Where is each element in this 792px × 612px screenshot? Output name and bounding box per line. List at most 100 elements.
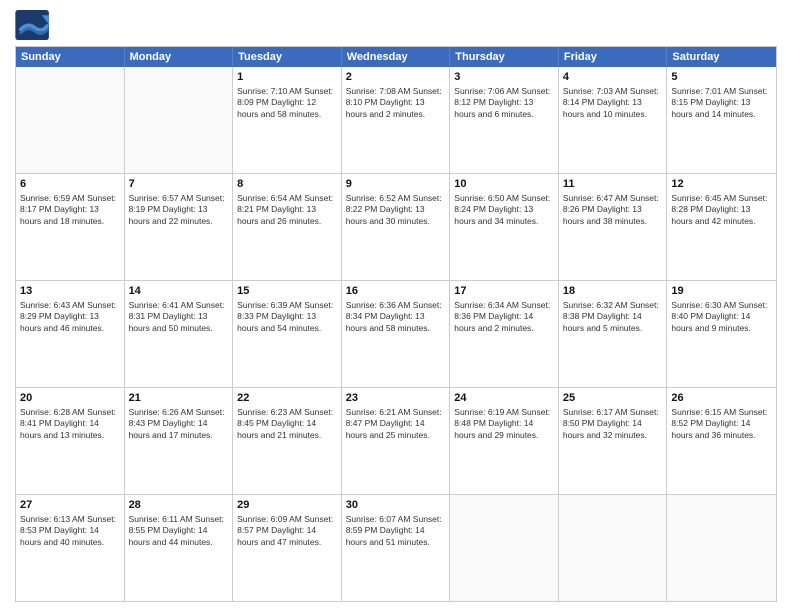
- calendar-week-row: 6Sunrise: 6:59 AM Sunset: 8:17 PM Daylig…: [16, 173, 776, 280]
- calendar-cell: 24Sunrise: 6:19 AM Sunset: 8:48 PM Dayli…: [450, 388, 559, 494]
- day-number: 26: [671, 391, 772, 406]
- day-number: 8: [237, 177, 337, 192]
- day-number: 29: [237, 498, 337, 513]
- day-number: 20: [20, 391, 120, 406]
- day-number: 17: [454, 284, 554, 299]
- day-number: 9: [346, 177, 446, 192]
- calendar-cell: 14Sunrise: 6:41 AM Sunset: 8:31 PM Dayli…: [125, 281, 234, 387]
- calendar-body: 1Sunrise: 7:10 AM Sunset: 8:09 PM Daylig…: [16, 67, 776, 601]
- day-info: Sunrise: 6:09 AM Sunset: 8:57 PM Dayligh…: [237, 514, 337, 548]
- logo: [15, 10, 55, 40]
- calendar-week-row: 20Sunrise: 6:28 AM Sunset: 8:41 PM Dayli…: [16, 387, 776, 494]
- day-info: Sunrise: 6:34 AM Sunset: 8:36 PM Dayligh…: [454, 300, 554, 334]
- day-number: 23: [346, 391, 446, 406]
- calendar-cell: 25Sunrise: 6:17 AM Sunset: 8:50 PM Dayli…: [559, 388, 668, 494]
- calendar-cell: 9Sunrise: 6:52 AM Sunset: 8:22 PM Daylig…: [342, 174, 451, 280]
- calendar-header-row: SundayMondayTuesdayWednesdayThursdayFrid…: [16, 47, 776, 67]
- day-info: Sunrise: 6:36 AM Sunset: 8:34 PM Dayligh…: [346, 300, 446, 334]
- day-number: 1: [237, 70, 337, 85]
- day-info: Sunrise: 7:10 AM Sunset: 8:09 PM Dayligh…: [237, 86, 337, 120]
- calendar-cell: 15Sunrise: 6:39 AM Sunset: 8:33 PM Dayli…: [233, 281, 342, 387]
- calendar-cell: 19Sunrise: 6:30 AM Sunset: 8:40 PM Dayli…: [667, 281, 776, 387]
- day-info: Sunrise: 7:06 AM Sunset: 8:12 PM Dayligh…: [454, 86, 554, 120]
- day-number: 21: [129, 391, 229, 406]
- calendar-cell: [450, 495, 559, 601]
- calendar-cell: 1Sunrise: 7:10 AM Sunset: 8:09 PM Daylig…: [233, 67, 342, 173]
- calendar-week-row: 27Sunrise: 6:13 AM Sunset: 8:53 PM Dayli…: [16, 494, 776, 601]
- day-number: 6: [20, 177, 120, 192]
- day-number: 24: [454, 391, 554, 406]
- calendar-cell: 29Sunrise: 6:09 AM Sunset: 8:57 PM Dayli…: [233, 495, 342, 601]
- day-info: Sunrise: 6:11 AM Sunset: 8:55 PM Dayligh…: [129, 514, 229, 548]
- calendar-cell: 6Sunrise: 6:59 AM Sunset: 8:17 PM Daylig…: [16, 174, 125, 280]
- calendar-cell: 10Sunrise: 6:50 AM Sunset: 8:24 PM Dayli…: [450, 174, 559, 280]
- calendar-header-cell: Saturday: [667, 47, 776, 67]
- calendar-week-row: 13Sunrise: 6:43 AM Sunset: 8:29 PM Dayli…: [16, 280, 776, 387]
- calendar-cell: 5Sunrise: 7:01 AM Sunset: 8:15 PM Daylig…: [667, 67, 776, 173]
- calendar-cell: 7Sunrise: 6:57 AM Sunset: 8:19 PM Daylig…: [125, 174, 234, 280]
- calendar-week-row: 1Sunrise: 7:10 AM Sunset: 8:09 PM Daylig…: [16, 67, 776, 173]
- day-number: 10: [454, 177, 554, 192]
- day-number: 18: [563, 284, 663, 299]
- day-number: 22: [237, 391, 337, 406]
- day-info: Sunrise: 7:08 AM Sunset: 8:10 PM Dayligh…: [346, 86, 446, 120]
- header: [15, 10, 777, 40]
- calendar: SundayMondayTuesdayWednesdayThursdayFrid…: [15, 46, 777, 602]
- calendar-header-cell: Friday: [559, 47, 668, 67]
- day-info: Sunrise: 6:45 AM Sunset: 8:28 PM Dayligh…: [671, 193, 772, 227]
- day-number: 25: [563, 391, 663, 406]
- day-number: 27: [20, 498, 120, 513]
- calendar-cell: 4Sunrise: 7:03 AM Sunset: 8:14 PM Daylig…: [559, 67, 668, 173]
- day-info: Sunrise: 6:39 AM Sunset: 8:33 PM Dayligh…: [237, 300, 337, 334]
- calendar-cell: 2Sunrise: 7:08 AM Sunset: 8:10 PM Daylig…: [342, 67, 451, 173]
- day-info: Sunrise: 6:19 AM Sunset: 8:48 PM Dayligh…: [454, 407, 554, 441]
- calendar-cell: 18Sunrise: 6:32 AM Sunset: 8:38 PM Dayli…: [559, 281, 668, 387]
- day-number: 12: [671, 177, 772, 192]
- day-number: 5: [671, 70, 772, 85]
- day-info: Sunrise: 7:01 AM Sunset: 8:15 PM Dayligh…: [671, 86, 772, 120]
- calendar-cell: [125, 67, 234, 173]
- day-number: 2: [346, 70, 446, 85]
- day-info: Sunrise: 6:59 AM Sunset: 8:17 PM Dayligh…: [20, 193, 120, 227]
- calendar-cell: 3Sunrise: 7:06 AM Sunset: 8:12 PM Daylig…: [450, 67, 559, 173]
- calendar-cell: 21Sunrise: 6:26 AM Sunset: 8:43 PM Dayli…: [125, 388, 234, 494]
- day-number: 7: [129, 177, 229, 192]
- day-info: Sunrise: 6:41 AM Sunset: 8:31 PM Dayligh…: [129, 300, 229, 334]
- day-info: Sunrise: 6:28 AM Sunset: 8:41 PM Dayligh…: [20, 407, 120, 441]
- calendar-header-cell: Sunday: [16, 47, 125, 67]
- day-number: 3: [454, 70, 554, 85]
- calendar-header-cell: Tuesday: [233, 47, 342, 67]
- day-number: 30: [346, 498, 446, 513]
- day-number: 11: [563, 177, 663, 192]
- page: SundayMondayTuesdayWednesdayThursdayFrid…: [0, 0, 792, 612]
- calendar-cell: 28Sunrise: 6:11 AM Sunset: 8:55 PM Dayli…: [125, 495, 234, 601]
- calendar-cell: 12Sunrise: 6:45 AM Sunset: 8:28 PM Dayli…: [667, 174, 776, 280]
- day-info: Sunrise: 6:23 AM Sunset: 8:45 PM Dayligh…: [237, 407, 337, 441]
- calendar-cell: 11Sunrise: 6:47 AM Sunset: 8:26 PM Dayli…: [559, 174, 668, 280]
- day-info: Sunrise: 7:03 AM Sunset: 8:14 PM Dayligh…: [563, 86, 663, 120]
- day-info: Sunrise: 6:52 AM Sunset: 8:22 PM Dayligh…: [346, 193, 446, 227]
- calendar-header-cell: Wednesday: [342, 47, 451, 67]
- day-number: 28: [129, 498, 229, 513]
- day-info: Sunrise: 6:30 AM Sunset: 8:40 PM Dayligh…: [671, 300, 772, 334]
- calendar-cell: 30Sunrise: 6:07 AM Sunset: 8:59 PM Dayli…: [342, 495, 451, 601]
- calendar-cell: 27Sunrise: 6:13 AM Sunset: 8:53 PM Dayli…: [16, 495, 125, 601]
- day-info: Sunrise: 6:15 AM Sunset: 8:52 PM Dayligh…: [671, 407, 772, 441]
- day-info: Sunrise: 6:32 AM Sunset: 8:38 PM Dayligh…: [563, 300, 663, 334]
- calendar-cell: 8Sunrise: 6:54 AM Sunset: 8:21 PM Daylig…: [233, 174, 342, 280]
- day-info: Sunrise: 6:43 AM Sunset: 8:29 PM Dayligh…: [20, 300, 120, 334]
- calendar-cell: [667, 495, 776, 601]
- day-info: Sunrise: 6:21 AM Sunset: 8:47 PM Dayligh…: [346, 407, 446, 441]
- calendar-cell: [559, 495, 668, 601]
- calendar-cell: 23Sunrise: 6:21 AM Sunset: 8:47 PM Dayli…: [342, 388, 451, 494]
- day-info: Sunrise: 6:13 AM Sunset: 8:53 PM Dayligh…: [20, 514, 120, 548]
- calendar-cell: 13Sunrise: 6:43 AM Sunset: 8:29 PM Dayli…: [16, 281, 125, 387]
- day-info: Sunrise: 6:07 AM Sunset: 8:59 PM Dayligh…: [346, 514, 446, 548]
- day-info: Sunrise: 6:17 AM Sunset: 8:50 PM Dayligh…: [563, 407, 663, 441]
- day-number: 13: [20, 284, 120, 299]
- day-info: Sunrise: 6:26 AM Sunset: 8:43 PM Dayligh…: [129, 407, 229, 441]
- calendar-cell: [16, 67, 125, 173]
- calendar-cell: 22Sunrise: 6:23 AM Sunset: 8:45 PM Dayli…: [233, 388, 342, 494]
- day-number: 16: [346, 284, 446, 299]
- day-info: Sunrise: 6:47 AM Sunset: 8:26 PM Dayligh…: [563, 193, 663, 227]
